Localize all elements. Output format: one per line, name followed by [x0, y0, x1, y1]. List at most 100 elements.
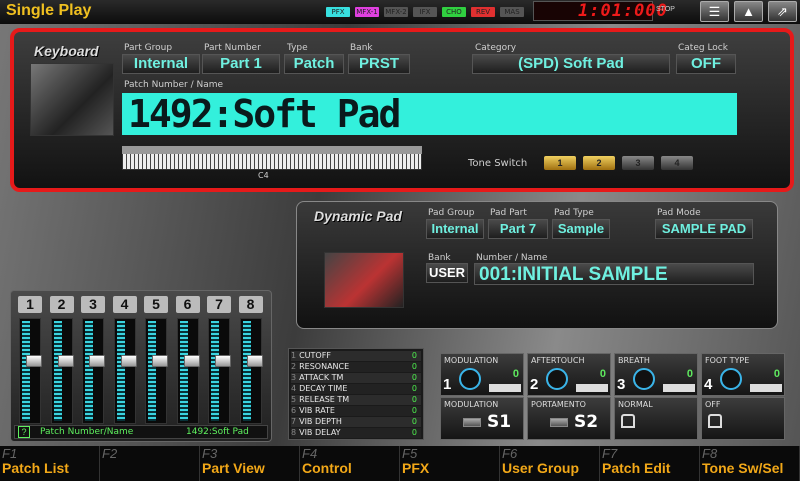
switch-box-4[interactable]: OFF — [701, 397, 785, 440]
pad-part-field[interactable]: Part 7 — [488, 219, 548, 239]
tone-switch-3[interactable]: 3 — [622, 156, 654, 170]
control-row-3[interactable]: 3 ATTACK TM 0 — [291, 373, 421, 383]
fader-knob[interactable] — [120, 355, 137, 367]
category-field[interactable]: (SPD) Soft Pad — [472, 54, 670, 74]
up-button[interactable]: ▲ — [734, 1, 763, 22]
fader-knob[interactable] — [215, 355, 231, 367]
fx-indicator-mas[interactable]: MAS — [500, 7, 524, 17]
fkey-label: Patch Edit — [602, 460, 671, 476]
switch-box-3[interactable]: NORMAL — [614, 397, 698, 440]
channel-number-2[interactable]: 2 — [49, 296, 74, 313]
assign-box-3[interactable]: BREATH 3 0 — [614, 353, 698, 396]
fkey-f2[interactable]: F2 — [100, 446, 200, 481]
control-number: 5 — [291, 395, 297, 404]
patch-name-display[interactable]: 1492:Soft Pad — [122, 93, 737, 135]
fkey-f3[interactable]: F3 Part View — [200, 446, 300, 481]
channel-number-7[interactable]: 7 — [207, 296, 231, 313]
fkey-label: Tone Sw/Sel — [702, 460, 784, 476]
control-number: 4 — [291, 384, 297, 393]
part-number-field[interactable]: Part 1 — [202, 54, 280, 74]
fkey-f4[interactable]: F4 Control — [300, 446, 400, 481]
fx-indicator-pfx[interactable]: PFX — [326, 7, 350, 17]
control-value: 0 — [411, 384, 417, 393]
channel-number-3[interactable]: 3 — [81, 296, 105, 313]
control-row-5[interactable]: 5 RELEASE TM 0 — [291, 395, 421, 405]
level-meter — [179, 321, 188, 421]
control-row-7[interactable]: 7 VIB DEPTH 0 — [291, 417, 421, 427]
export-button[interactable]: ⇗ — [768, 1, 797, 22]
assign-value: 0 — [686, 368, 693, 380]
channel-fader-6[interactable] — [176, 318, 200, 424]
pad-number-field[interactable]: 001:INITIAL SAMPLE — [474, 263, 754, 285]
assign-box-1[interactable]: MODULATION 1 0 — [440, 353, 524, 396]
channel-number-1[interactable]: 1 — [18, 296, 42, 313]
fkey-number: F8 — [702, 446, 718, 461]
control-row-1[interactable]: 1 CUTOFF 0 — [291, 351, 421, 361]
part-group-label: Part Group — [124, 43, 173, 53]
control-row-4[interactable]: 4 DECAY TIME 0 — [291, 384, 421, 394]
pad-mode-field[interactable]: SAMPLE PAD — [655, 219, 753, 239]
control-row-2[interactable]: 2 RESONANCE 0 — [291, 362, 421, 372]
tone-switch-2[interactable]: 2 — [583, 156, 615, 170]
fader-knob[interactable] — [57, 355, 74, 367]
switch-box-1[interactable]: MODULATION S1 — [440, 397, 524, 440]
value-bar — [663, 384, 695, 392]
fx-indicator-mfx-2[interactable]: MFX-2 — [384, 7, 408, 17]
channel-fader-5[interactable] — [145, 318, 168, 424]
fader-knob[interactable] — [246, 355, 263, 367]
categ-lock-field[interactable]: OFF — [676, 54, 736, 74]
channel-fader-4[interactable] — [113, 318, 137, 424]
fkey-f1[interactable]: F1 Patch List — [0, 446, 100, 481]
assign-number: 3 — [617, 376, 626, 393]
knob-icon[interactable] — [459, 368, 481, 390]
switch-button-icon[interactable] — [463, 418, 481, 427]
switch-button-icon[interactable] — [550, 418, 568, 427]
control-name: CUTOFF — [299, 351, 331, 360]
fkey-f8[interactable]: F8 Tone Sw/Sel — [700, 446, 800, 481]
channel-fader-3[interactable] — [82, 318, 105, 424]
control-name: DECAY TIME — [299, 384, 348, 393]
channel-fader-7[interactable] — [208, 318, 231, 424]
pad-type-field[interactable]: Sample — [552, 219, 610, 239]
tone-switch-1[interactable]: 1 — [544, 156, 576, 170]
fkey-f7[interactable]: F7 Patch Edit — [600, 446, 700, 481]
channel-fader-8[interactable] — [239, 318, 263, 424]
switch-label: OFF — [705, 400, 721, 409]
channel-fader-1[interactable] — [19, 318, 42, 424]
fkey-f5[interactable]: F5 PFX — [400, 446, 500, 481]
channel-number-8[interactable]: 8 — [238, 296, 263, 313]
menu-button[interactable]: ☰ — [700, 1, 729, 22]
fader-knob[interactable] — [26, 355, 42, 367]
switch-box-2[interactable]: PORTAMENTO S2 — [527, 397, 611, 440]
assign-box-2[interactable]: AFTERTOUCH 2 0 — [527, 353, 611, 396]
fader-knob[interactable] — [152, 355, 168, 367]
tone-switch-4[interactable]: 4 — [661, 156, 693, 170]
channel-number-6[interactable]: 6 — [175, 296, 200, 313]
control-row-8[interactable]: 8 VIB DELAY 0 — [291, 428, 421, 438]
part-group-field[interactable]: Internal — [122, 54, 200, 74]
knob-icon[interactable] — [720, 368, 742, 390]
bank-field[interactable]: PRST — [348, 54, 410, 74]
knob-icon[interactable] — [546, 368, 568, 390]
fx-indicator-rev[interactable]: REV — [471, 7, 495, 17]
pad-group-field[interactable]: Internal — [426, 219, 484, 239]
pad-bank-field[interactable]: USER — [426, 263, 468, 283]
fkey-f6[interactable]: F6 User Group — [500, 446, 600, 481]
channel-number-4[interactable]: 4 — [112, 296, 137, 313]
fkey-number: F7 — [602, 446, 618, 461]
control-row-6[interactable]: 6 VIB RATE 0 — [291, 406, 421, 416]
fader-knob[interactable] — [89, 355, 105, 367]
fader-knob[interactable] — [183, 355, 200, 367]
fx-indicator-cho[interactable]: CHO — [442, 7, 466, 17]
fx-indicator-ifx[interactable]: IFX — [413, 7, 437, 17]
level-meter — [22, 321, 30, 421]
type-field[interactable]: Patch — [284, 54, 344, 74]
channel-number-5[interactable]: 5 — [144, 296, 168, 313]
help-icon[interactable]: ? — [18, 426, 30, 438]
fx-indicator-mfx-1[interactable]: MFX-1 — [355, 7, 379, 17]
assign-box-4[interactable]: FOOT TYPE 4 0 — [701, 353, 785, 396]
control-name: RELEASE TM — [299, 395, 350, 404]
channel-fader-2[interactable] — [50, 318, 74, 424]
knob-icon[interactable] — [633, 368, 655, 390]
switch-label: MODULATION — [444, 400, 499, 409]
